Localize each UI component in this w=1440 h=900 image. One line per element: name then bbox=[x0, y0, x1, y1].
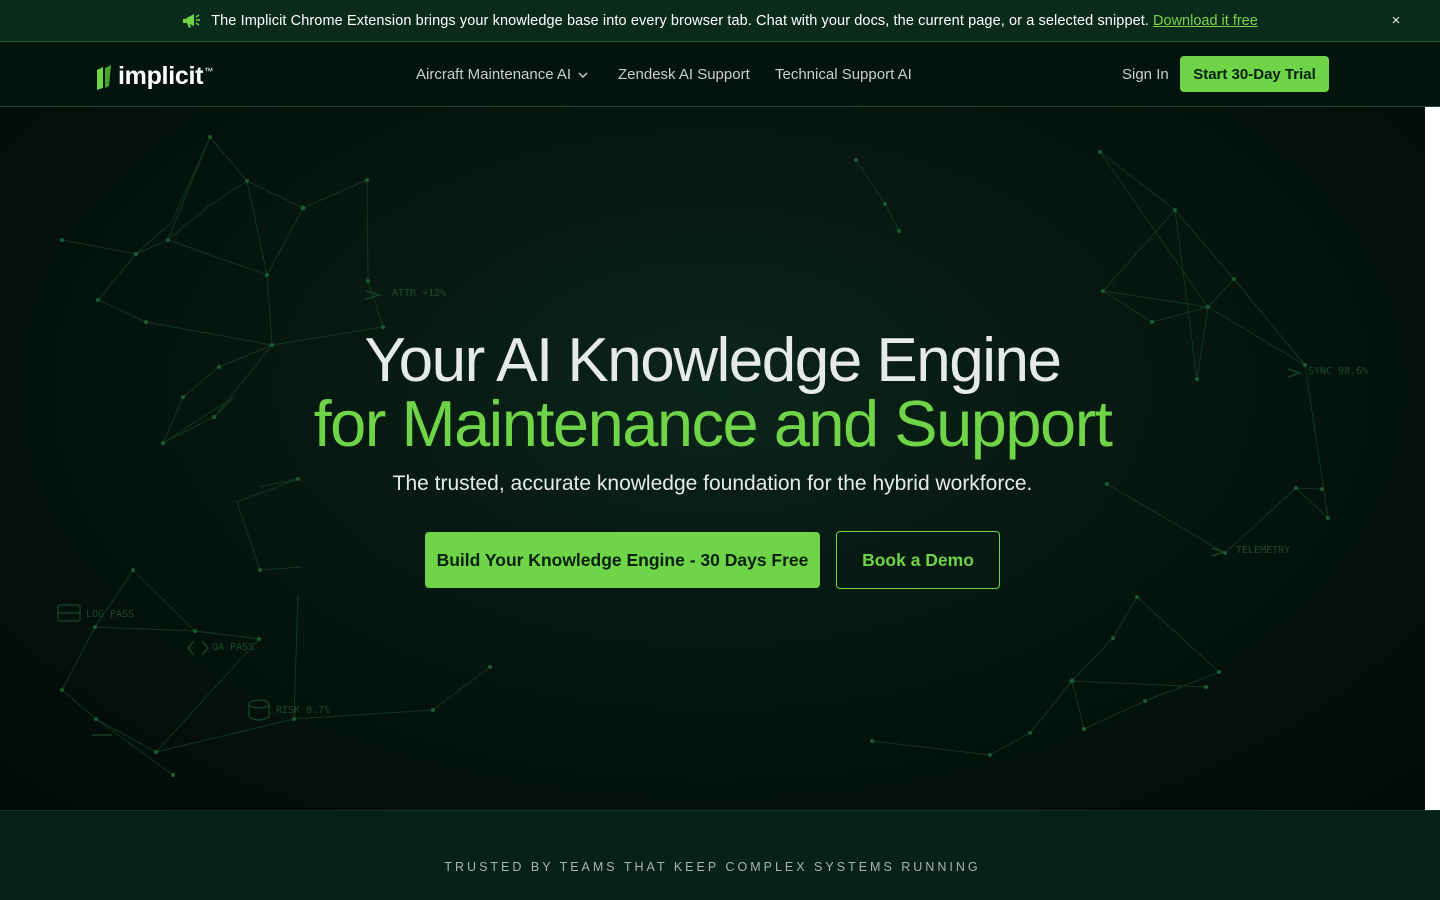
nav-technical-support-ai[interactable]: Technical Support AI bbox=[775, 66, 912, 83]
close-banner-button[interactable]: × bbox=[1386, 11, 1406, 31]
chevron-down-icon bbox=[578, 71, 588, 78]
logo-text: implicit bbox=[118, 62, 204, 90]
book-demo-button[interactable]: Book a Demo bbox=[836, 531, 1000, 589]
scrollbar[interactable] bbox=[1425, 107, 1440, 810]
network-label: QA PASS bbox=[212, 642, 255, 653]
trusted-by-section: TRUSTED BY TEAMS THAT KEEP COMPLEX SYSTE… bbox=[0, 810, 1440, 900]
sign-in-link[interactable]: Sign In bbox=[1122, 66, 1169, 83]
network-label: RISK 0.7% bbox=[276, 705, 331, 716]
network-label: LOG PASS bbox=[86, 609, 135, 620]
trusted-by-label: TRUSTED BY TEAMS THAT KEEP COMPLEX SYSTE… bbox=[444, 860, 981, 874]
nav-aircraft-maintenance-ai[interactable]: Aircraft Maintenance AI bbox=[416, 66, 588, 83]
build-knowledge-engine-button[interactable]: Build Your Knowledge Engine - 30 Days Fr… bbox=[425, 532, 820, 588]
hero-subheadline: The trusted, accurate knowledge foundati… bbox=[392, 472, 1033, 495]
network-label: TELEMETRY bbox=[1236, 545, 1291, 556]
network-label: ATTR +12% bbox=[392, 288, 447, 299]
start-trial-button[interactable]: Start 30-Day Trial bbox=[1180, 56, 1329, 92]
nav-zendesk-ai-support[interactable]: Zendesk AI Support bbox=[618, 66, 750, 83]
banner-text: The Implicit Chrome Extension brings you… bbox=[211, 12, 1150, 29]
top-navigation: implicit ™ Aircraft Maintenance AI Zende… bbox=[0, 42, 1440, 107]
announcement-banner: The Implicit Chrome Extension brings you… bbox=[0, 0, 1440, 42]
hero-section: ATTR +12% SYNC 98.6% TELEMETRY LOG PASS … bbox=[0, 107, 1425, 810]
download-link[interactable]: Download it free bbox=[1153, 13, 1258, 29]
logo-trademark: ™ bbox=[204, 65, 214, 76]
logo[interactable]: implicit ™ bbox=[96, 62, 213, 91]
megaphone-icon bbox=[183, 13, 201, 28]
nav-aircraft-maintenance-label: Aircraft Maintenance AI bbox=[416, 66, 572, 83]
implicit-logo-icon bbox=[97, 64, 111, 90]
hero-headline-line2: for Maintenance and Support bbox=[313, 387, 1113, 460]
